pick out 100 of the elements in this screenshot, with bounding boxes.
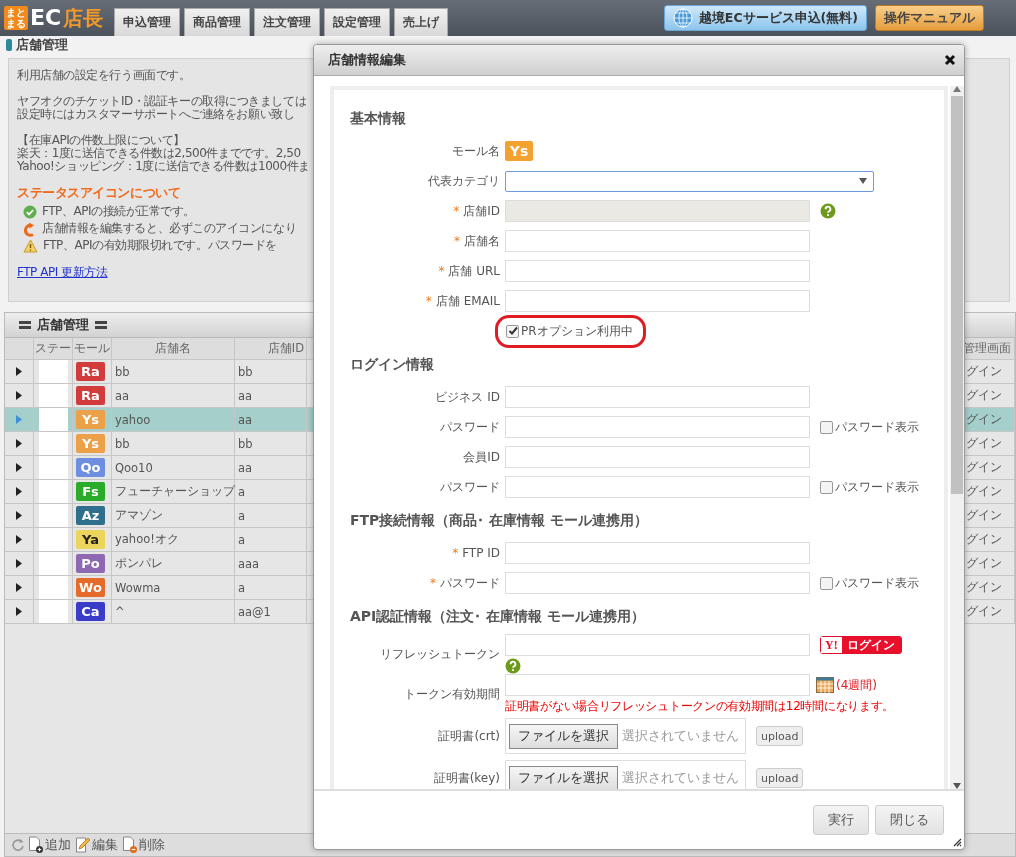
table-cell: aa <box>235 384 307 407</box>
table-cell: フューチャーショップ <box>112 480 235 503</box>
info-text: 利用店舗の設定を行う画面です。 <box>17 69 191 82</box>
nav-tab[interactable]: 注文管理 <box>254 8 320 36</box>
table-cell: a <box>235 576 307 599</box>
file-input[interactable]: ファイルを選択 選択されていません <box>505 760 746 789</box>
table-cell: ^ <box>112 600 235 623</box>
scroll-up-icon[interactable] <box>953 86 961 92</box>
field-label: パスワード <box>440 418 500 436</box>
field-label: 代表カテゴリ <box>428 172 500 190</box>
input-field[interactable] <box>505 446 810 468</box>
input-field[interactable] <box>505 542 810 564</box>
help-icon[interactable] <box>505 658 521 674</box>
table-cell: a <box>235 504 307 527</box>
status-cell <box>38 360 68 383</box>
warning-note: 証明書がない場合リフレッシュトークンの有効期間は12時間になります。 <box>505 698 896 715</box>
login-button[interactable]: Y! ログイン <box>820 636 902 654</box>
dialog-button[interactable]: 実行 <box>813 805 869 835</box>
table-cell: aa <box>235 456 307 479</box>
row-arrow-icon <box>16 487 22 496</box>
column-header: モール <box>73 338 112 359</box>
field-label: * 店舗 URL <box>438 262 500 280</box>
table-cell: aa <box>112 384 235 407</box>
nav-tab[interactable]: 申込管理 <box>114 8 180 36</box>
mall-badge: Ys <box>76 410 105 429</box>
field-label: 証明書(crt) <box>438 727 500 745</box>
edit-button[interactable]: 編集 <box>74 836 119 854</box>
add-document-icon <box>28 836 44 854</box>
choose-file-button[interactable]: ファイルを選択 <box>509 723 618 749</box>
add-button[interactable]: 追加 <box>27 836 72 854</box>
checkbox-label: PRオプション利用中 <box>521 322 633 340</box>
checkbox[interactable] <box>820 480 833 494</box>
section-heading: ログイン情報 <box>350 355 435 374</box>
mall-badge: Ys <box>505 141 533 161</box>
refresh-icon[interactable] <box>11 838 25 852</box>
field-label: * FTP ID <box>452 546 500 560</box>
field-label: トークン有効期間 <box>404 686 500 703</box>
table-cell: ポンパレ <box>112 552 235 575</box>
category-select[interactable] <box>505 170 874 192</box>
status-cell <box>38 384 68 407</box>
logo-text: EC <box>30 4 62 32</box>
mall-badge: Ya <box>76 530 105 549</box>
row-arrow-icon <box>16 583 22 592</box>
row-arrow-icon <box>16 415 22 424</box>
table-cell: bb <box>112 432 235 455</box>
checkbox[interactable] <box>820 576 833 590</box>
calendar-icon[interactable] <box>816 677 834 693</box>
dialog-title: 店舗情報編集 <box>328 51 406 69</box>
file-input[interactable]: ファイルを選択 選択されていません <box>505 718 746 754</box>
caret-icon <box>859 178 867 184</box>
input-field[interactable] <box>505 674 810 696</box>
input-field[interactable] <box>505 634 810 656</box>
logo-mark: まと まる <box>4 6 28 30</box>
input-field[interactable] <box>505 230 810 252</box>
checkbox[interactable] <box>506 324 519 338</box>
mall-badge: Fs <box>76 482 105 501</box>
field-label: ビジネス ID <box>435 388 500 406</box>
mall-badge: Po <box>76 554 105 573</box>
input-field[interactable] <box>505 386 810 408</box>
grid-title: 店舗管理 <box>37 316 89 334</box>
status-text: FTP、APIの接続が正常です。 <box>42 205 196 218</box>
logo-text: 店長 <box>63 5 104 32</box>
dialog-button[interactable]: 閉じる <box>875 805 944 835</box>
nav-tab[interactable]: 設定管理 <box>324 8 390 36</box>
status-cell <box>38 600 68 623</box>
input-field[interactable] <box>505 290 810 312</box>
choose-file-button[interactable]: ファイルを選択 <box>509 765 618 789</box>
help-link[interactable]: FTP API 更新方法 <box>17 266 108 279</box>
status-cell <box>38 456 68 479</box>
upload-button[interactable]: upload <box>756 768 804 788</box>
section-heading: FTP接続情報（商品･ 在庫情報 モール連携用） <box>350 511 650 530</box>
upload-button[interactable]: upload <box>756 726 804 746</box>
apply-button[interactable]: 越境ECサービス申込(無料) <box>663 5 867 31</box>
table-cell: a <box>235 528 307 551</box>
info-text: 楽天：1度に送信できる件数は2,500件までです。2,50 <box>17 147 301 160</box>
delete-button[interactable]: 削除 <box>121 836 166 854</box>
status-cell <box>38 432 68 455</box>
scroll-down-icon[interactable] <box>953 783 961 789</box>
row-arrow-icon <box>16 535 22 544</box>
period-text: (4週間) <box>836 676 877 694</box>
table-cell: aa <box>235 408 307 431</box>
column-header: 店舗名 <box>112 338 235 359</box>
table-cell: aaa <box>235 552 307 575</box>
scrollbar[interactable] <box>950 86 964 789</box>
nav-tab[interactable]: 売上げ <box>394 8 448 36</box>
nav-tab[interactable]: 商品管理 <box>184 8 250 36</box>
checkbox[interactable] <box>820 420 833 434</box>
input-field[interactable] <box>505 476 810 498</box>
row-arrow-icon <box>16 559 22 568</box>
field-label: モール名 <box>452 142 500 160</box>
input-field[interactable] <box>505 572 810 594</box>
input-field[interactable] <box>505 260 810 282</box>
table-cell: aa@1 <box>235 600 307 623</box>
manual-button[interactable]: 操作マニュアル <box>875 5 984 31</box>
globe-icon <box>672 8 693 28</box>
close-icon[interactable] <box>944 54 956 66</box>
field-label: パスワード <box>440 478 500 496</box>
input-field[interactable] <box>505 416 810 438</box>
resize-grip-icon[interactable] <box>952 837 962 847</box>
info-text: 【在庫APIの件数上限について】 <box>17 134 185 147</box>
